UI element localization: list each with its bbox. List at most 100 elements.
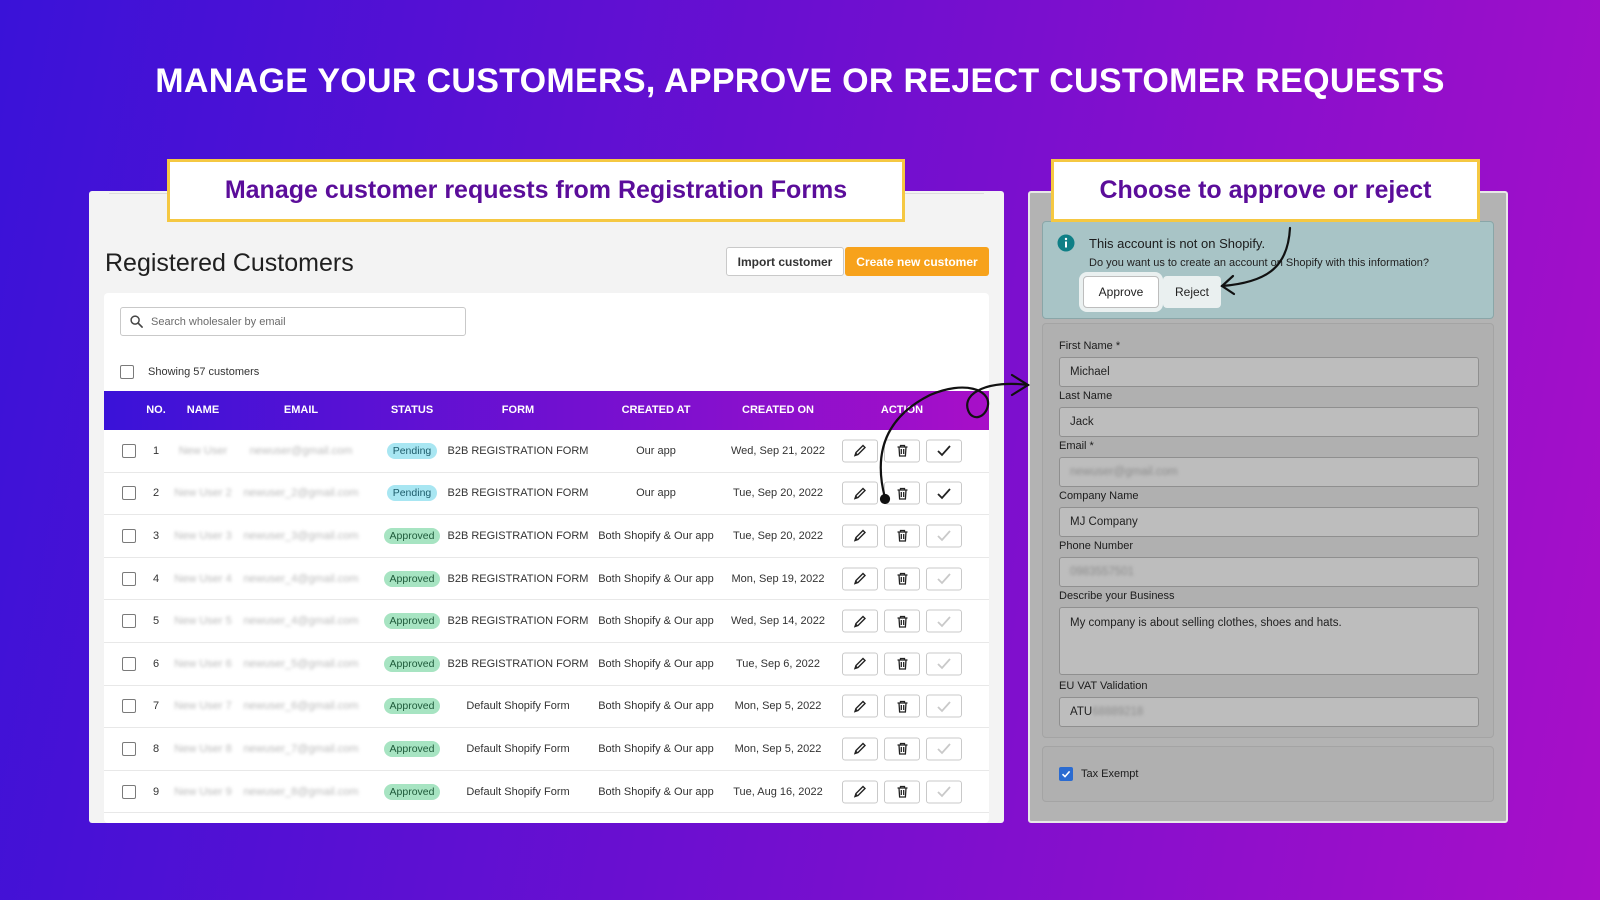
phone-field[interactable]: 0983557501 (1059, 557, 1479, 587)
email-field[interactable]: newuser@gmail.com (1059, 457, 1479, 487)
row-checkbox[interactable] (122, 614, 136, 629)
customers-card: Showing 57 customers NO. NAME EMAIL STAT… (104, 293, 989, 823)
table-body: 1 New User newuser@gmail.com Pending B2B REG… (104, 430, 989, 814)
import-customer-button[interactable]: Import customer (726, 247, 844, 276)
edit-button[interactable] (842, 439, 878, 463)
trash-icon (897, 658, 907, 670)
caption-left: Manage customer requests from Registrati… (167, 159, 905, 222)
search-input[interactable] (151, 315, 451, 328)
customer-email: newuser_8@gmail.com (243, 785, 359, 798)
col-header-form: FORM (501, 404, 535, 416)
checkmark-icon (937, 573, 951, 585)
col-header-created-on: CREATED ON (742, 404, 814, 416)
pencil-icon (853, 785, 866, 798)
delete-button[interactable] (884, 737, 920, 761)
vat-rest: 68889218 (1092, 706, 1144, 718)
row-checkbox[interactable] (122, 656, 136, 671)
search-box[interactable] (120, 307, 466, 336)
trash-icon (897, 487, 907, 500)
form-name: Default Shopify Form (466, 742, 570, 755)
row-checkbox[interactable] (122, 443, 136, 458)
col-header-no: NO. (146, 404, 166, 416)
create-customer-button[interactable]: Create new customer (845, 247, 989, 276)
trash-icon (897, 785, 907, 798)
approve-row-button (926, 609, 962, 633)
edit-button[interactable] (842, 694, 878, 718)
notice-subtitle: Do you want us to create an account on S… (1089, 257, 1429, 269)
status-badge: Pending (386, 485, 438, 502)
pencil-icon (853, 615, 866, 628)
table-row: 3 New User 3 newuser_3@gmail.com Approved B2… (104, 515, 989, 558)
approve-row-button (926, 737, 962, 761)
showing-count: Showing 57 customers (148, 366, 260, 378)
status-badge: Approved (383, 570, 441, 587)
business-textarea[interactable]: My company is about selling clothes, sho… (1059, 607, 1479, 675)
notice-title: This account is not on Shopify. (1089, 236, 1266, 251)
delete-button[interactable] (884, 694, 920, 718)
edit-button[interactable] (842, 737, 878, 761)
trash-icon (897, 445, 907, 457)
edit-button[interactable] (842, 609, 878, 633)
created-on: Tue, Aug 16, 2022 (733, 785, 823, 798)
pencil-icon (853, 487, 866, 500)
info-icon (1057, 234, 1075, 257)
table-row: 4 New User 4 newuser_4@gmail.com Approved B2… (104, 558, 989, 601)
approve-row-button[interactable] (926, 481, 962, 505)
row-checkbox[interactable] (122, 571, 136, 586)
customer-name: New User 9 (174, 785, 232, 798)
row-number: 2 (152, 487, 160, 500)
row-number: 5 (152, 615, 160, 628)
select-all-checkbox[interactable] (120, 365, 134, 379)
delete-button[interactable] (884, 780, 920, 804)
company-label: Company Name (1059, 490, 1139, 502)
approval-panel: This account is not on Shopify. Do you w… (1028, 191, 1508, 823)
form-name: B2B REGISTRATION FORM (447, 657, 589, 670)
created-at: Our app (636, 444, 676, 457)
approve-button[interactable]: Approve (1083, 276, 1159, 308)
created-at: Both Shopify & Our app (598, 700, 714, 713)
delete-button[interactable] (884, 652, 920, 676)
reject-button[interactable]: Reject (1163, 276, 1221, 308)
company-field[interactable]: MJ Company (1059, 507, 1479, 537)
row-checkbox[interactable] (122, 486, 136, 501)
row-checkbox[interactable] (122, 741, 136, 756)
status-cell: Approved (378, 527, 446, 544)
first-name-field[interactable]: Michael (1059, 357, 1479, 387)
row-number: 4 (152, 572, 160, 585)
row-checkbox[interactable] (122, 699, 136, 714)
delete-button[interactable] (884, 524, 920, 548)
last-name-field[interactable]: Jack (1059, 407, 1479, 437)
form-name: Default Shopify Form (466, 785, 570, 798)
trash-icon (897, 615, 907, 628)
delete-button[interactable] (884, 567, 920, 591)
approve-row-button[interactable] (926, 439, 962, 463)
col-header-created-at: CREATED AT (621, 404, 691, 416)
edit-button[interactable] (842, 567, 878, 591)
edit-button[interactable] (842, 780, 878, 804)
edit-button[interactable] (842, 652, 878, 676)
created-on: Mon, Sep 5, 2022 (734, 742, 822, 755)
customer-name: New User 8 (174, 742, 232, 755)
status-cell: Approved (378, 783, 446, 800)
delete-button[interactable] (884, 609, 920, 633)
edit-button[interactable] (842, 524, 878, 548)
checkmark-icon (937, 786, 951, 798)
tax-exempt-checkbox[interactable] (1059, 767, 1073, 781)
created-at: Both Shopify & Our app (598, 529, 714, 542)
check-icon (1061, 770, 1071, 778)
form-name: B2B REGISTRATION FORM (447, 572, 589, 585)
row-checkbox[interactable] (122, 784, 136, 799)
row-number: 9 (152, 785, 160, 798)
edit-button[interactable] (842, 481, 878, 505)
created-on: Mon, Sep 19, 2022 (731, 572, 825, 585)
vat-field[interactable]: ATU 68889218 (1059, 697, 1479, 727)
status-badge: Approved (383, 527, 441, 544)
approve-row-button (926, 567, 962, 591)
checkmark-icon (937, 658, 951, 670)
delete-button[interactable] (884, 439, 920, 463)
row-number: 1 (152, 444, 160, 457)
created-at: Both Shopify & Our app (598, 742, 714, 755)
delete-button[interactable] (884, 481, 920, 505)
row-checkbox[interactable] (122, 528, 136, 543)
caption-right: Choose to approve or reject (1051, 159, 1480, 222)
